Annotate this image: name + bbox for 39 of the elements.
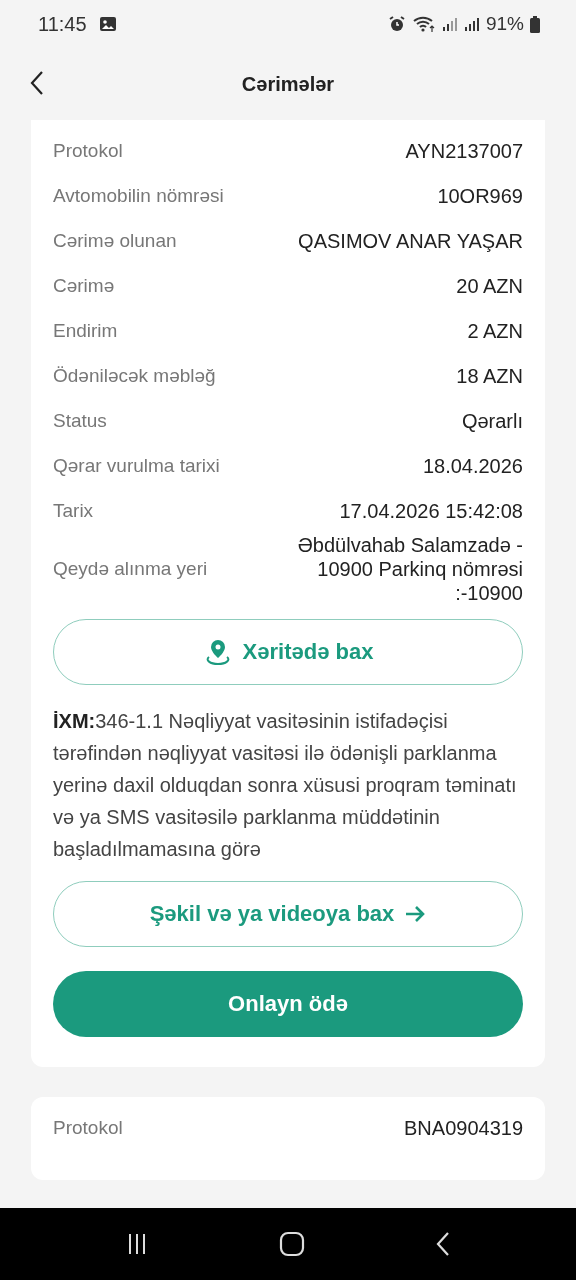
field-value: 18.04.2026 xyxy=(422,453,523,478)
field-value: 2 AZN xyxy=(467,318,523,343)
back-icon[interactable] xyxy=(435,1231,451,1257)
field-label: Qərar vurulma tarixi xyxy=(53,454,220,477)
field-label: Protokol xyxy=(53,139,123,162)
back-icon[interactable] xyxy=(30,70,44,96)
violation-description: İXM:346-1.1 Nəqliyyat vasitəsinin istifadəçisi tərəfindən nəqliyyat vasitəsi ilə ödənişli parklanma yerinə daxil olduqdan sonra xüsusi proqram təminatı və ya SMS vasitəsilə parklanma müddətinin başladılmamasına görə xyxy=(53,709,518,862)
field-value: 18 AZN xyxy=(456,363,523,388)
signal-icon xyxy=(441,16,458,32)
gallery-icon xyxy=(98,16,117,32)
field-value: Əbdülvahab Salamzadə - 10900 Parkinq nömrəsi :-10900 xyxy=(296,533,523,605)
status-time: 11:45 xyxy=(38,12,87,36)
field-value: 20 AZN xyxy=(456,273,523,298)
alarm-icon xyxy=(387,15,406,33)
field-value: 10OR969 xyxy=(437,183,523,208)
field-label: Avtomobilin nömrəsi xyxy=(53,184,224,207)
arrow-right-icon xyxy=(404,905,427,923)
field-label: Tarix xyxy=(53,499,94,522)
field-label: Status xyxy=(53,409,107,432)
home-icon[interactable] xyxy=(279,1231,305,1257)
map-button[interactable]: Xəritədə bax xyxy=(53,619,523,685)
media-button[interactable]: Şəkil və ya videoya bax xyxy=(53,881,523,947)
field-label: Qeydə alınma yeri xyxy=(53,558,208,580)
wifi-icon xyxy=(411,15,436,33)
page-title: Cərimələr xyxy=(241,72,335,96)
battery-icon xyxy=(530,15,540,33)
field-label: Cərimə olunan xyxy=(53,229,177,252)
field-value: BNA0904319 xyxy=(404,1115,523,1140)
battery-percent: 91% xyxy=(485,13,524,35)
field-label: Cərimə xyxy=(53,274,115,297)
field-label: Protokol xyxy=(53,1116,123,1139)
field-value: 17.04.2026 15:42:08 xyxy=(339,498,523,523)
field-label: Ödəniləcək məbləğ xyxy=(53,364,216,387)
field-value: QASIMOV ANAR YAŞAR xyxy=(298,228,523,253)
pay-button[interactable]: Onlayn ödə xyxy=(53,971,523,1037)
signal-icon xyxy=(463,16,480,32)
field-value: AYN2137007 xyxy=(405,138,523,163)
field-value: Qərarlı xyxy=(461,408,523,433)
field-label: Endirim xyxy=(53,319,118,342)
